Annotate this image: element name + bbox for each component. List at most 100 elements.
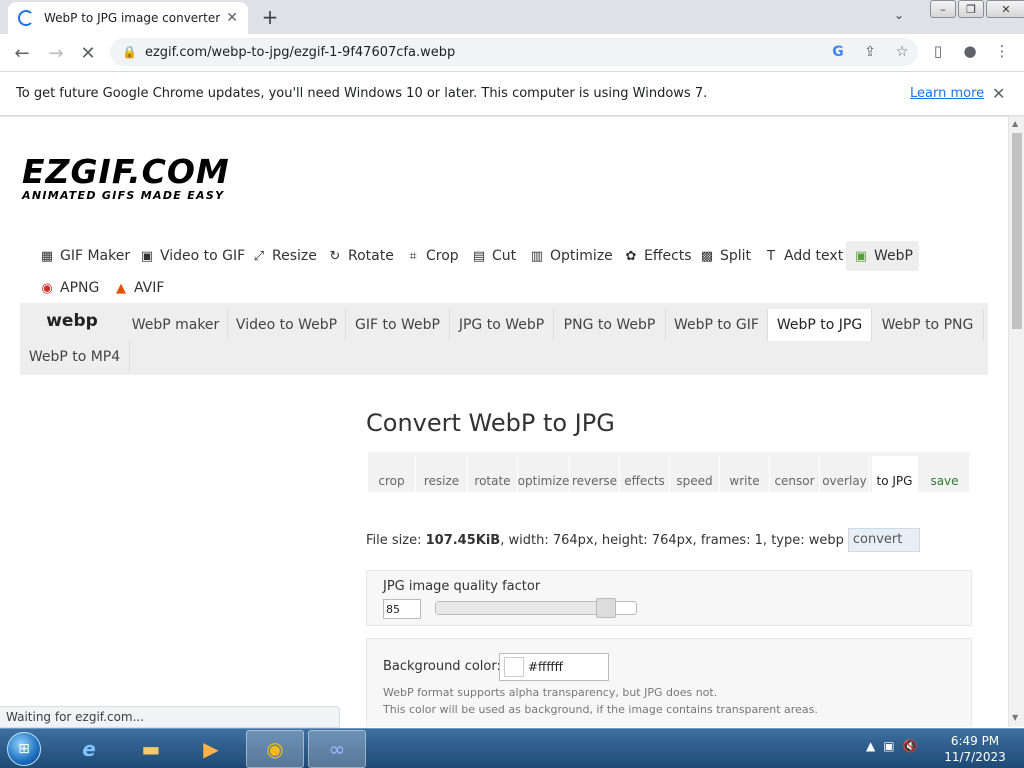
avif-icon: ▲ xyxy=(116,280,126,296)
tool-rotate[interactable]: rotate xyxy=(468,456,518,492)
side-panel-icon[interactable]: ▯ xyxy=(926,42,950,60)
update-infobar: To get future Google Chrome updates, you… xyxy=(0,72,1024,116)
nav-optimize[interactable]: ▥ Optimize xyxy=(528,241,613,271)
address-bar[interactable]: 🔒 ezgif.com/webp-to-jpg/ezgif-1-9f47607c… xyxy=(110,38,918,66)
subnav-webp-to-mp4[interactable]: WebP to MP4 xyxy=(20,341,130,373)
tool-overlay[interactable]: overlay xyxy=(820,456,870,492)
tool-write[interactable]: write xyxy=(720,456,770,492)
close-tab-icon[interactable]: ✕ xyxy=(226,10,238,26)
cut-icon: ▤ xyxy=(472,248,486,264)
page-title: Convert WebP to JPG xyxy=(366,409,615,437)
tool-save[interactable]: save xyxy=(920,456,970,492)
start-button[interactable]: ⊞ xyxy=(2,730,46,768)
tool-to-jpg[interactable]: to JPG xyxy=(872,456,918,492)
forward-button[interactable]: → xyxy=(42,40,70,66)
nav-avif[interactable]: ▲ AVIF xyxy=(112,273,164,303)
media-player-icon[interactable]: ▶ xyxy=(182,730,240,768)
url-text[interactable]: ezgif.com/webp-to-jpg/ezgif-1-9f47607cfa… xyxy=(145,45,822,60)
learn-more-link[interactable]: Learn more xyxy=(910,86,984,101)
subnav-gif-to-webp[interactable]: GIF to WebP xyxy=(346,309,450,341)
back-button[interactable]: ← xyxy=(8,40,36,66)
lock-icon[interactable]: 🔒 xyxy=(122,45,137,59)
nav-webp[interactable]: ▣ WebP xyxy=(846,241,919,271)
browser-tab[interactable]: WebP to JPG image converter - A ✕ xyxy=(8,2,248,34)
nav-effects[interactable]: ✿ Effects xyxy=(622,241,692,271)
tab-title: WebP to JPG image converter - A xyxy=(44,11,221,25)
optimize-icon: ▥ xyxy=(530,248,544,264)
subnav-webp-maker[interactable]: WebP maker xyxy=(124,309,228,341)
close-infobar-icon[interactable]: ✕ xyxy=(992,84,1005,103)
bookmark-star-icon[interactable]: ☆ xyxy=(886,44,918,60)
file-explorer-icon[interactable]: ▬ xyxy=(122,730,180,768)
ezgif-logo[interactable]: EZGIF.COM ANIMATED GIFS MADE EASY xyxy=(22,155,230,203)
scroll-up-icon[interactable]: ▲ xyxy=(1012,119,1018,128)
color-swatch[interactable] xyxy=(504,657,524,677)
quality-label: JPG image quality factor xyxy=(383,579,541,594)
nav-label: Cut xyxy=(492,248,517,264)
nav-resize[interactable]: ⤢ Resize xyxy=(250,241,317,271)
page-scrollbar[interactable]: ▲ ▼ xyxy=(1008,117,1024,727)
nav-label: Split xyxy=(720,248,752,264)
app-infinity-icon[interactable]: ∞ xyxy=(308,730,366,768)
network-icon[interactable]: ▣ xyxy=(883,739,894,753)
quality-slider[interactable] xyxy=(435,598,637,618)
loading-spinner-icon xyxy=(18,10,34,26)
subnav-png-to-webp[interactable]: PNG to WebP xyxy=(554,309,666,341)
tool-censor[interactable]: censor xyxy=(770,456,820,492)
subnav-webp-to-png[interactable]: WebP to PNG xyxy=(872,309,984,341)
google-icon[interactable]: G xyxy=(822,44,854,60)
tool-resize[interactable]: resize xyxy=(416,456,468,492)
subnav-webp-to-jpg[interactable]: WebP to JPG xyxy=(768,309,872,341)
nav-cut[interactable]: ▤ Cut xyxy=(470,241,516,271)
subnav-video-to-webp[interactable]: Video to WebP xyxy=(228,309,346,341)
quality-input[interactable]: 85 xyxy=(383,599,421,619)
nav-label: GIF Maker xyxy=(60,248,131,264)
file-info-details: , width: 764px, height: 764px, frames: 1… xyxy=(500,532,844,548)
nav-add-text[interactable]: T Add text xyxy=(762,241,843,271)
profile-avatar-icon[interactable]: ● xyxy=(958,42,982,60)
subnav-webp-to-gif[interactable]: WebP to GIF xyxy=(666,309,768,341)
background-color-input[interactable]: #ffffff xyxy=(499,653,609,681)
close-window-button[interactable]: ✕ xyxy=(986,0,1024,18)
menu-dots-icon[interactable]: ⋮ xyxy=(990,42,1014,60)
nav-rotate[interactable]: ↻ Rotate xyxy=(326,241,394,271)
scrollbar-thumb[interactable] xyxy=(1012,133,1022,329)
nav-video-to-gif[interactable]: ▣ Video to GIF xyxy=(138,241,245,271)
page-content: EZGIF.COM ANIMATED GIFS MADE EASY ▦ GIF M… xyxy=(0,117,1008,727)
tool-optimize[interactable]: optimize xyxy=(518,456,570,492)
chrome-taskbar-icon[interactable]: ◉ xyxy=(246,730,304,768)
subnav-jpg-to-webp[interactable]: JPG to WebP xyxy=(450,309,554,341)
background-usage-note: This color will be used as background, i… xyxy=(383,703,818,716)
tool-crop[interactable]: crop xyxy=(368,456,416,492)
webp-brand-logo[interactable]: webp xyxy=(20,305,124,337)
volume-muted-icon[interactable]: 🔇 xyxy=(903,739,918,753)
share-icon[interactable]: ⇪ xyxy=(854,44,886,60)
stop-loading-button[interactable]: ✕ xyxy=(74,40,102,66)
tool-speed[interactable]: speed xyxy=(670,456,720,492)
tool-reverse[interactable]: reverse xyxy=(570,456,620,492)
quality-slider-knob[interactable] xyxy=(596,598,616,618)
background-color-value[interactable]: #ffffff xyxy=(528,660,563,674)
minimize-button[interactable]: – xyxy=(930,0,956,18)
nav-crop[interactable]: ⌗ Crop xyxy=(404,241,459,271)
nav-gif-maker[interactable]: ▦ GIF Maker xyxy=(38,241,130,271)
tray-expand-icon[interactable]: ▲ xyxy=(866,739,875,753)
system-tray: ▲ ▣ 🔇 xyxy=(866,739,918,753)
nav-split[interactable]: ▩ Split xyxy=(698,241,751,271)
infobar-message: To get future Google Chrome updates, you… xyxy=(16,86,708,101)
webp-icon: ▣ xyxy=(854,248,868,264)
windows-taskbar: ⊞ e ▬ ▶ ◉ ∞ ▲ ▣ 🔇 6:49 PM 11/7/2023 xyxy=(0,728,1024,768)
convert-button[interactable]: convert xyxy=(847,528,920,552)
window-controls: – ❐ ✕ xyxy=(928,0,1024,18)
maximize-button[interactable]: ❐ xyxy=(958,0,984,18)
file-size: 107.45KiB xyxy=(425,532,501,548)
tab-search-icon[interactable]: ⌄ xyxy=(894,8,904,22)
nav-apng[interactable]: ◉ APNG xyxy=(38,273,99,303)
new-tab-button[interactable]: + xyxy=(256,4,284,30)
tool-effects[interactable]: effects xyxy=(620,456,670,492)
split-icon: ▩ xyxy=(700,248,714,264)
taskbar-clock[interactable]: 6:49 PM 11/7/2023 xyxy=(940,733,1010,765)
internet-explorer-icon[interactable]: e xyxy=(60,730,118,768)
nav-label: Crop xyxy=(426,248,459,264)
scroll-down-icon[interactable]: ▼ xyxy=(1012,713,1018,722)
